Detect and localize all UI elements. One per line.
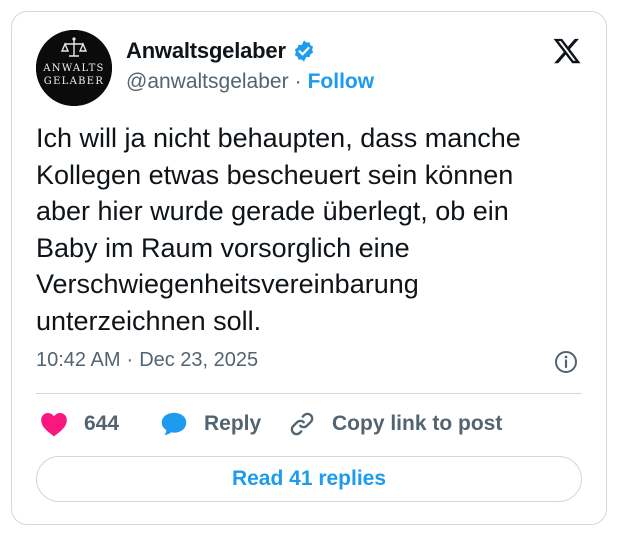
- separator-dot: ·: [126, 349, 134, 371]
- reply-button[interactable]: Reply: [160, 411, 288, 437]
- action-bar: 644 Reply Copy link to post: [40, 410, 502, 438]
- tweet-date: Dec 23, 2025: [139, 349, 259, 371]
- avatar-text-line1: ANWALTS: [42, 63, 104, 74]
- reply-label: Reply: [204, 412, 262, 435]
- like-button[interactable]: 644: [40, 411, 160, 437]
- speech-bubble-icon: [161, 412, 187, 436]
- separator-dot: ·: [294, 70, 302, 93]
- author-name-row: Anwaltsgelaber: [126, 38, 316, 64]
- info-icon[interactable]: [554, 350, 578, 374]
- like-count: 644: [84, 412, 120, 435]
- avatar-logo-icon: ANWALTS GELABER: [36, 30, 112, 106]
- tweet-card: ANWALTS GELABER Anwaltsgelaber @anwaltsg…: [11, 11, 607, 525]
- tweet-timestamp[interactable]: 10:42 AM · Dec 23, 2025: [36, 349, 258, 372]
- copy-link-button[interactable]: Copy link to post: [288, 410, 502, 438]
- author-handle[interactable]: @anwaltsgelaber: [126, 70, 289, 94]
- x-logo-icon[interactable]: [552, 36, 582, 66]
- author-handle-row: @anwaltsgelaber · Follow: [126, 70, 374, 94]
- verified-badge-icon: [294, 40, 313, 62]
- heart-icon: [41, 413, 67, 437]
- copy-link-label: Copy link to post: [332, 412, 503, 435]
- divider: [36, 393, 582, 394]
- avatar[interactable]: ANWALTS GELABER: [36, 30, 112, 106]
- tweet-time: 10:42 AM: [36, 349, 121, 371]
- tweet-text: Ich will ja nicht behaupten, dass manche…: [36, 123, 521, 336]
- avatar-text-line2: GELABER: [44, 76, 104, 87]
- follow-button[interactable]: Follow: [308, 70, 375, 94]
- read-replies-button[interactable]: Read 41 replies: [36, 456, 582, 502]
- link-icon: [290, 412, 314, 436]
- author-display-name[interactable]: Anwaltsgelaber: [126, 38, 286, 64]
